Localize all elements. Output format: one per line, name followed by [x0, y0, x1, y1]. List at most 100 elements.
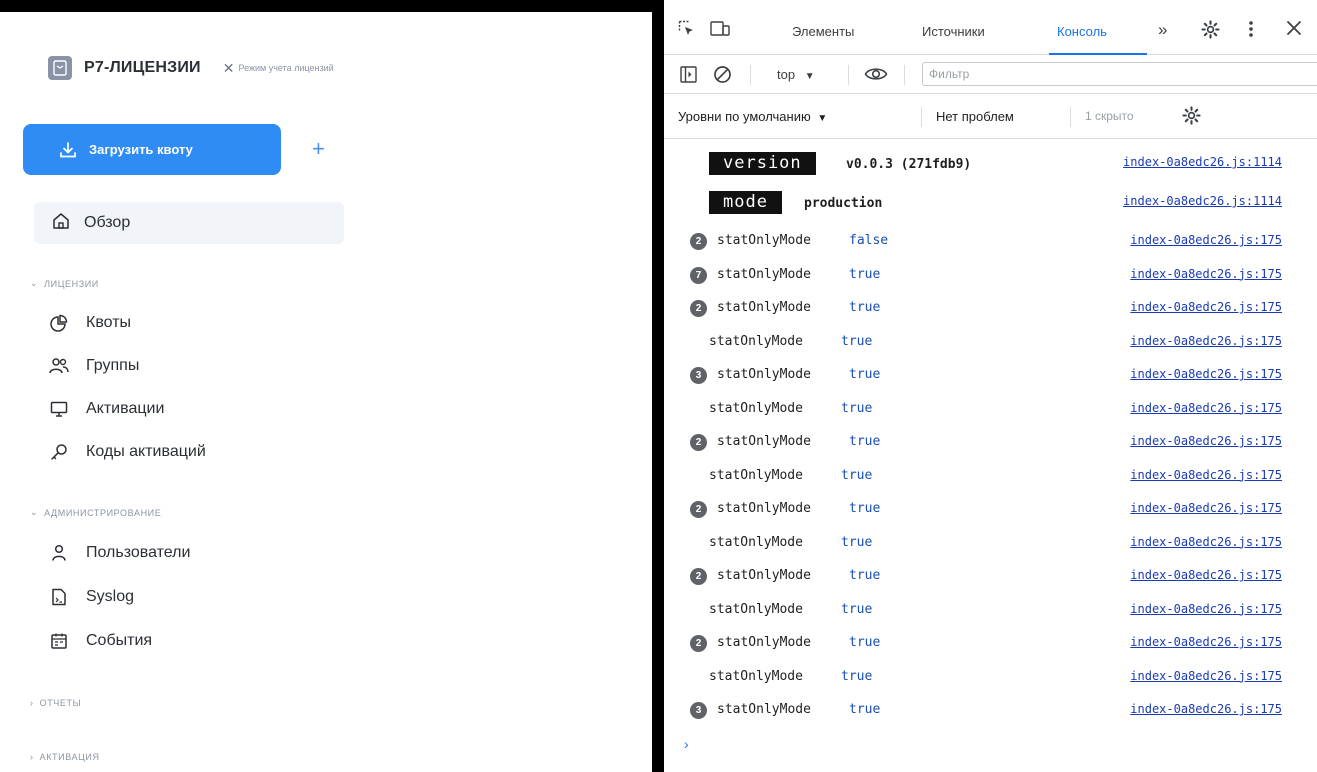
section-admin[interactable]: ⌄ АДМИНИСТРИРОВАНИЕ	[30, 507, 161, 518]
monitor-icon	[48, 400, 70, 418]
console-log-row: mode production index-0a8edc26.js:1114	[664, 185, 1317, 219]
user-icon	[48, 544, 70, 562]
context-selector-value: top	[777, 67, 796, 82]
upload-quota-button[interactable]: Загрузить квоту	[23, 124, 281, 175]
log-source-link[interactable]: index-0a8edc26.js:175	[1130, 300, 1282, 314]
nav-item-users[interactable]: Пользователи	[48, 544, 190, 562]
log-source-link[interactable]: index-0a8edc26.js:175	[1130, 635, 1282, 649]
log-source-link[interactable]: index-0a8edc26.js:175	[1130, 535, 1282, 549]
close-mode-icon[interactable]: ✕	[223, 60, 235, 77]
key-icon	[48, 443, 70, 461]
log-source-link[interactable]: index-0a8edc26.js:175	[1130, 401, 1282, 415]
log-key: statOnlyMode	[717, 501, 811, 516]
section-label: АКТИВАЦИЯ	[39, 752, 100, 762]
inspect-element-icon[interactable]	[678, 20, 696, 43]
console-log-row: statOnlyMode true index-0a8edc26.js:175	[664, 392, 1317, 426]
console-prompt[interactable]: ›	[684, 736, 689, 752]
nav-item-activations[interactable]: Активации	[48, 400, 164, 418]
log-source-link[interactable]: index-0a8edc26.js:175	[1130, 434, 1282, 448]
log-source-link[interactable]: index-0a8edc26.js:175	[1130, 501, 1282, 515]
log-levels-dropdown[interactable]: Уровни по умолчанию ▼	[678, 109, 827, 124]
log-value: true	[849, 501, 881, 516]
device-toolbar-icon[interactable]	[710, 20, 730, 43]
section-label: ЛИЦЕНЗИИ	[44, 278, 99, 289]
console-level-bar: Уровни по умолчанию ▼ Нет проблем 1 скры…	[664, 95, 1317, 139]
log-value: true	[849, 635, 881, 650]
active-tab-indicator	[1049, 53, 1147, 55]
log-value: true	[841, 400, 873, 416]
log-key: statOnlyMode	[709, 333, 803, 349]
log-value: true	[849, 266, 881, 282]
log-source-link[interactable]: index-0a8edc26.js:175	[1130, 602, 1282, 616]
divider	[848, 65, 849, 85]
license-app: Р7-ЛИЦЕНЗИИ ✕ Режим учета лицензий Загру…	[0, 12, 652, 772]
app-logo-icon	[48, 56, 72, 80]
repeat-count-badge: 2	[690, 568, 707, 585]
more-tabs-button[interactable]: »	[1158, 20, 1167, 40]
log-source-link[interactable]: index-0a8edc26.js:175	[1130, 468, 1282, 482]
log-source-link[interactable]: index-0a8edc26.js:175	[1130, 334, 1282, 348]
brand: Р7-ЛИЦЕНЗИИ ✕ Режим учета лицензий	[48, 56, 334, 80]
console-log-row: 2 statOnlyMode true index-0a8edc26.js:175	[664, 559, 1317, 593]
nav-item-syslog[interactable]: Syslog	[48, 588, 134, 606]
log-source-link[interactable]: index-0a8edc26.js:175	[1130, 702, 1282, 716]
log-value: false	[849, 233, 889, 248]
nav-label: Обзор	[84, 214, 131, 231]
context-selector[interactable]: top ▼	[777, 67, 815, 82]
tab-sources[interactable]: Источники	[922, 24, 985, 39]
log-source-link[interactable]: index-0a8edc26.js:175	[1130, 669, 1282, 683]
section-reports[interactable]: › ОТЧЕТЫ	[30, 698, 81, 708]
tab-elements[interactable]: Элементы	[792, 24, 854, 39]
add-button[interactable]: +	[312, 136, 325, 162]
chevron-right-icon: ›	[30, 698, 34, 708]
log-value: true	[849, 702, 881, 717]
log-value: true	[849, 367, 881, 382]
log-source-link[interactable]: index-0a8edc26.js:1114	[1123, 194, 1282, 208]
nav-label: Группы	[86, 357, 140, 374]
divider	[904, 65, 905, 85]
hidden-count: 1 скрыто	[1085, 109, 1134, 123]
sidebar-toggle-icon[interactable]	[680, 66, 697, 88]
nav-item-events[interactable]: События	[48, 632, 152, 650]
nav-item-activation-codes[interactable]: Коды активаций	[48, 443, 206, 461]
mode-label: Режим учета лицензий	[238, 63, 334, 73]
nav-label: Пользователи	[86, 544, 191, 561]
nav-item-quotas[interactable]: Квоты	[48, 314, 131, 332]
close-icon[interactable]	[1286, 20, 1302, 41]
nav-label: Syslog	[86, 588, 135, 605]
repeat-count-badge: 2	[690, 501, 707, 518]
eye-icon[interactable]	[864, 65, 888, 88]
nav-item-overview[interactable]: Обзор	[34, 202, 344, 244]
log-value: true	[849, 568, 881, 583]
log-value: true	[841, 601, 873, 617]
log-key: statOnlyMode	[717, 367, 811, 382]
log-source-link[interactable]: index-0a8edc26.js:175	[1130, 568, 1282, 582]
console-log-row: version v0.0.3 (271fdb9) index-0a8edc26.…	[664, 146, 1317, 180]
repeat-count-badge: 3	[690, 367, 707, 384]
log-source-link[interactable]: index-0a8edc26.js:175	[1130, 367, 1282, 381]
file-icon	[48, 588, 70, 606]
section-activation[interactable]: › АКТИВАЦИЯ	[30, 752, 100, 762]
divider	[1070, 107, 1071, 127]
users-icon	[48, 357, 70, 375]
log-source-link[interactable]: index-0a8edc26.js:1114	[1123, 155, 1282, 169]
filter-input[interactable]: Фильтр	[922, 62, 1317, 86]
divider	[921, 107, 922, 127]
gear-icon[interactable]	[1201, 20, 1220, 44]
console-log-row: 3 statOnlyMode true index-0a8edc26.js:175	[664, 693, 1317, 727]
console-log-row: 2 statOnlyMode false index-0a8edc26.js:175	[664, 224, 1317, 258]
issues-button[interactable]: Нет проблем	[936, 109, 1014, 124]
kebab-menu-icon[interactable]	[1248, 20, 1254, 43]
nav-item-groups[interactable]: Группы	[48, 357, 139, 375]
console-settings-gear-icon[interactable]	[1182, 106, 1201, 130]
console-log-row: 2 statOnlyMode true index-0a8edc26.js:175	[664, 425, 1317, 459]
log-source-link[interactable]: index-0a8edc26.js:175	[1130, 267, 1282, 281]
tab-console[interactable]: Консоль	[1057, 24, 1107, 39]
log-key: statOnlyMode	[709, 467, 803, 483]
section-licenses[interactable]: ⌄ ЛИЦЕНЗИИ	[30, 278, 99, 289]
console-log-row: 7 statOnlyMode true index-0a8edc26.js:175	[664, 258, 1317, 292]
clear-console-icon[interactable]	[713, 65, 732, 89]
log-source-link[interactable]: index-0a8edc26.js:175	[1130, 233, 1282, 247]
repeat-count-badge: 2	[690, 233, 707, 250]
upload-quota-label: Загрузить квоту	[89, 142, 193, 157]
